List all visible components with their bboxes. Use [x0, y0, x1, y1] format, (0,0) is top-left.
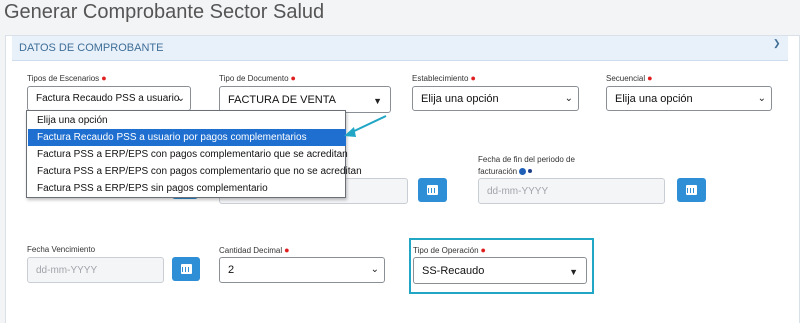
page-title: Generar Comprobante Sector Salud	[4, 1, 325, 23]
required-icon: ●	[284, 245, 290, 255]
caret-down-icon: ▼	[569, 266, 578, 277]
establecimiento-label: Establecimiento ●	[412, 73, 476, 83]
required-icon: ●	[290, 73, 296, 83]
required-icon: ●	[647, 73, 653, 83]
chevron-down-icon: ⌄	[564, 92, 573, 104]
panel-title: DATOS DE COMPROBANTE	[19, 42, 164, 54]
tipos-escenarios-label: Tipos de Escenarios ●	[27, 73, 107, 83]
calendar-button[interactable]	[418, 178, 447, 202]
tipo-operacion-value: SS-Recaudo	[422, 264, 485, 277]
dropdown-option[interactable]: Factura PSS a ERP/EPS con pagos compleme…	[28, 146, 348, 163]
tipo-operacion-label: Tipo de Operación ●	[413, 245, 486, 255]
tipo-documento-value: FACTURA DE VENTA	[228, 93, 336, 106]
required-icon: ●	[470, 73, 476, 83]
dot-icon	[528, 169, 533, 173]
chevron-up-icon[interactable]: ❯	[773, 38, 781, 49]
calendar-button[interactable]	[677, 178, 706, 202]
cantidad-decimal-select[interactable]: 2 ⌄	[219, 257, 385, 283]
tipos-escenarios-value: Factura Recaudo PSS a usuario	[36, 93, 180, 104]
cantidad-decimal-value: 2	[228, 264, 235, 276]
dropdown-option[interactable]: Elija una opción	[28, 112, 346, 129]
caret-down-icon: ▼	[373, 95, 382, 106]
tipo-documento-label: Tipo de Documento ●	[219, 73, 296, 83]
fecha-vencimiento-placeholder: dd-mm-YYYY	[36, 264, 98, 276]
tipo-operacion-select[interactable]: SS-Recaudo ▼	[413, 257, 587, 284]
dropdown-option[interactable]: Factura PSS a ERP/EPS sin pagos compleme…	[28, 180, 346, 197]
establecimiento-select[interactable]: Elija una opción ⌄	[412, 86, 579, 111]
chevron-down-icon: ⌄	[176, 92, 185, 104]
fecha-vencimiento-label: Fecha Vencimiento	[27, 245, 96, 254]
fecha-fin-input[interactable]: dd-mm-YYYY	[478, 178, 665, 204]
dropdown-option[interactable]: Factura PSS a ERP/EPS con pagos compleme…	[28, 163, 362, 180]
info-icon[interactable]	[519, 168, 527, 175]
escenarios-dropdown-list: Elija una opción Factura Recaudo PSS a u…	[26, 110, 362, 198]
establecimiento-value: Elija una opción	[421, 92, 499, 105]
tipos-escenarios-select[interactable]: Factura Recaudo PSS a usuario ⌄	[27, 86, 191, 111]
chevron-down-icon: ⌄	[370, 263, 379, 275]
required-icon: ●	[480, 245, 486, 255]
fecha-vencimiento-input[interactable]: dd-mm-YYYY	[27, 257, 164, 283]
annotation-arrow-icon	[344, 115, 387, 137]
secuencial-value: Elija una opción	[615, 92, 693, 105]
tipo-documento-select[interactable]: FACTURA DE VENTA ▼	[219, 86, 391, 113]
required-icon: ●	[101, 73, 107, 83]
calendar-icon	[427, 185, 438, 195]
secuencial-label: Secuencial ●	[606, 73, 653, 83]
cantidad-decimal-label: Cantidad Decimal ●	[219, 245, 290, 255]
fecha-fin-label-2: facturación	[478, 167, 533, 176]
calendar-icon	[686, 185, 697, 195]
fecha-fin-label: Fecha de fin del periodo de	[478, 155, 575, 164]
calendar-button[interactable]	[172, 257, 200, 281]
chevron-down-icon: ⌄	[757, 92, 766, 104]
fecha-fin-placeholder: dd-mm-YYYY	[487, 185, 549, 197]
dropdown-option-selected[interactable]: Factura Recaudo PSS a usuario por pagos …	[28, 129, 346, 146]
secuencial-select[interactable]: Elija una opción ⌄	[606, 86, 772, 111]
calendar-icon	[180, 264, 192, 274]
